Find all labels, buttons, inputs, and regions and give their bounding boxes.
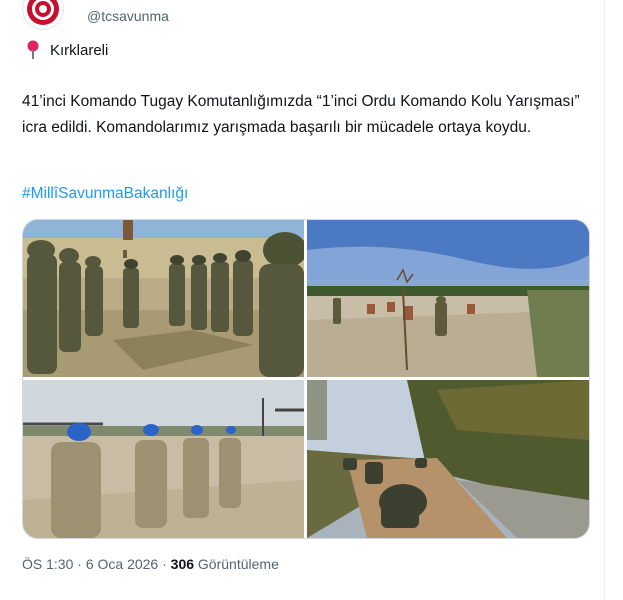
tweet-date[interactable]: 6 Oca 2026	[86, 556, 158, 572]
location-line: Kırklareli	[26, 40, 108, 60]
hashtag-link[interactable]: #MillîSavunmaBakanlığı	[22, 185, 188, 203]
tweet-time[interactable]: ÖS 1:30	[22, 556, 73, 572]
tweet-meta: ÖS 1:30 · 6 Oca 2026 · 306 Görüntüleme	[22, 556, 279, 572]
red-pin-icon	[26, 40, 40, 60]
views-label: Görüntüleme	[197, 556, 279, 572]
timeline-border	[604, 0, 605, 600]
account-handle[interactable]: @tcsavunma	[87, 8, 169, 24]
meta-separator: ·	[77, 556, 82, 572]
views-count: 306	[170, 556, 195, 572]
location-text: Kırklareli	[50, 41, 109, 59]
photo-commandos-briefing[interactable]	[23, 220, 304, 377]
meta-separator: ·	[162, 556, 167, 572]
ministry-seal-icon	[24, 0, 62, 28]
media-grid	[22, 219, 590, 539]
photo-blue-beret-soldiers[interactable]	[23, 380, 304, 538]
photo-shooting-range[interactable]	[307, 220, 589, 377]
display-name-clipped[interactable]	[85, 0, 275, 2]
tweet-text: 41’inci Komando Tugay Komutanlığımızda “…	[22, 93, 580, 136]
photo-crawling-drill[interactable]	[307, 380, 589, 538]
avatar[interactable]	[22, 0, 64, 30]
